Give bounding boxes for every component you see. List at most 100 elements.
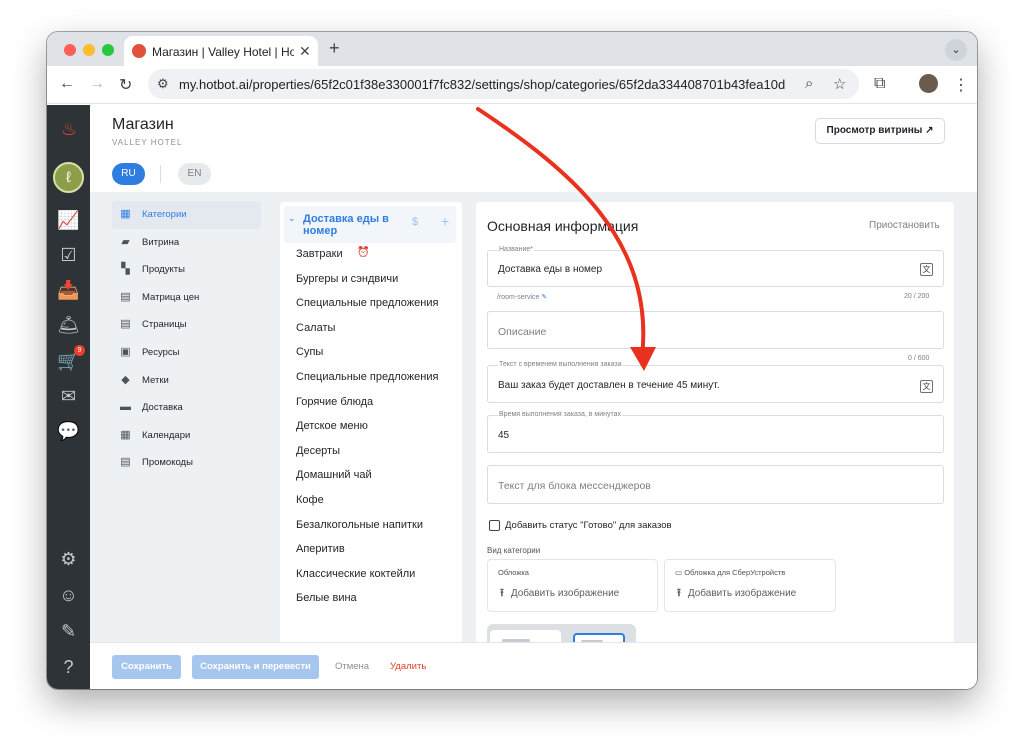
zoom-icon[interactable]: ⌕ bbox=[805, 75, 813, 92]
category-item[interactable]: Бургеры и сэндвичи bbox=[296, 273, 456, 285]
category-item[interactable]: Специальные предложения bbox=[296, 371, 456, 383]
delivery-text-value: Ваш заказ будет доставлен в течение 45 м… bbox=[498, 380, 720, 391]
browser-tab[interactable]: Магазин | Valley Hotel | Hotbot ✕ bbox=[124, 36, 318, 66]
close-window-button[interactable] bbox=[64, 44, 76, 56]
ready-status-checkbox[interactable] bbox=[489, 520, 500, 531]
hotbot-logo-icon[interactable]: ♨ bbox=[61, 119, 77, 140]
nav-item-promocodes[interactable]: ▤ Промокоды bbox=[112, 449, 261, 477]
save-button[interactable]: Сохранить bbox=[112, 655, 181, 679]
inbox-icon[interactable]: 📥 bbox=[57, 279, 80, 302]
page-title: Магазин bbox=[112, 116, 174, 133]
nav-item-tags[interactable]: ◆ Метки bbox=[112, 367, 261, 395]
site-settings-icon[interactable]: ⚙ bbox=[157, 76, 169, 92]
category-item[interactable]: Классические коктейли bbox=[296, 568, 456, 580]
nav-label: Витрина bbox=[142, 236, 180, 248]
page-icon: ▤ bbox=[120, 318, 131, 331]
nav-item-resources[interactable]: ▣ Ресурсы bbox=[112, 339, 261, 367]
account-icon[interactable]: ☺ bbox=[57, 584, 80, 607]
category-form: Основная информация Приостановить Назван… bbox=[476, 202, 954, 645]
price-icon[interactable]: $ bbox=[412, 216, 418, 228]
nav-item-categories[interactable]: ▦ Категории bbox=[112, 201, 261, 229]
nav-item-showcase[interactable]: ▰ Витрина bbox=[112, 229, 261, 257]
sber-cover-upload-card[interactable]: ▭ Обложка для СберУстройств ⭱ Добавить из… bbox=[664, 559, 836, 612]
slug-text[interactable]: /room-service ✎ bbox=[497, 293, 547, 301]
add-sber-image-button[interactable]: ⭱ Добавить изображение bbox=[677, 584, 796, 603]
category-item[interactable]: Белые вина bbox=[296, 592, 456, 604]
lang-ru-button[interactable]: RU bbox=[112, 163, 145, 185]
zoom-window-button[interactable] bbox=[102, 44, 114, 56]
lang-en-button[interactable]: EN bbox=[178, 163, 211, 185]
nav-item-delivery[interactable]: ▬ Доставка bbox=[112, 394, 261, 422]
tab-search-icon[interactable]: ⌄ bbox=[945, 39, 967, 61]
tasks-icon[interactable]: ☑ bbox=[57, 244, 80, 267]
category-item[interactable]: Салаты bbox=[296, 322, 456, 334]
add-cover-image-button[interactable]: ⭱ Добавить изображение bbox=[500, 584, 619, 603]
delete-button[interactable]: Удалить bbox=[390, 661, 426, 672]
ready-status-label[interactable]: Добавить статус "Готово" для заказов bbox=[505, 520, 672, 531]
cancel-button[interactable]: Отмена bbox=[335, 661, 369, 672]
reload-icon[interactable]: ↻ bbox=[119, 75, 132, 95]
minimize-window-button[interactable] bbox=[83, 44, 95, 56]
category-label: Доставка еды в номер bbox=[303, 213, 389, 237]
add-image-label: Добавить изображение bbox=[510, 588, 620, 599]
chat-icon[interactable]: 💬 bbox=[57, 420, 80, 443]
new-tab-icon[interactable]: + bbox=[329, 38, 340, 59]
delivery-time-field[interactable]: Время выполнения заказа, в минутах 45 bbox=[487, 411, 944, 453]
category-item[interactable]: Завтраки ⏰ bbox=[296, 247, 456, 260]
address-bar[interactable]: ⚙ my.hotbot.ai/properties/65f2c01f38e330… bbox=[148, 69, 859, 99]
browser-menu-icon[interactable]: ⋮ bbox=[953, 75, 969, 95]
help-icon[interactable]: ? bbox=[57, 656, 80, 679]
name-field-label: Название* bbox=[498, 246, 535, 253]
category-item[interactable]: Детское меню bbox=[296, 420, 456, 432]
device-icon: ▭ bbox=[675, 568, 683, 577]
category-item[interactable]: Аперитив bbox=[296, 543, 456, 555]
app: ♨ ℓ 📈 ☑ 📥 🛎 🛒 9 ✉ 💬 ⚙ ☺ ✎ ? Магазин VALL… bbox=[47, 105, 977, 689]
delivery-time-label: Время выполнения заказа, в минутах bbox=[498, 411, 623, 418]
room-service-icon[interactable]: 🛎 bbox=[57, 314, 80, 337]
description-placeholder: Описание bbox=[498, 326, 547, 338]
description-field[interactable]: Описание bbox=[487, 311, 944, 349]
messenger-text-placeholder: Текст для блока мессенджеров bbox=[498, 480, 651, 492]
messenger-text-field[interactable]: Текст для блока мессенджеров bbox=[487, 465, 944, 504]
chevron-down-icon[interactable]: ⌄ bbox=[288, 213, 296, 224]
back-icon[interactable]: ← bbox=[59, 75, 75, 93]
forward-icon[interactable]: → bbox=[89, 75, 105, 93]
category-item[interactable]: Специальные предложения bbox=[296, 297, 456, 309]
extensions-icon[interactable]: ⧉ bbox=[874, 75, 885, 93]
name-field[interactable]: Название* Доставка еды в номер 文 bbox=[487, 246, 944, 287]
pencil-icon[interactable]: ✎ bbox=[541, 294, 547, 301]
translate-icon[interactable]: 文 bbox=[920, 380, 933, 393]
delivery-text-field[interactable]: Текст с временем выполнения заказа Ваш з… bbox=[487, 361, 944, 403]
nav-item-calendars[interactable]: ▦ Календари bbox=[112, 422, 261, 450]
nav-item-price-matrix[interactable]: ▤ Матрица цен bbox=[112, 284, 261, 312]
category-item[interactable]: Домашний чай bbox=[296, 469, 456, 481]
add-subcategory-icon[interactable]: + bbox=[441, 213, 449, 229]
mail-icon[interactable]: ✉ bbox=[57, 385, 80, 408]
category-item[interactable]: Безалкогольные напитки bbox=[296, 519, 456, 531]
category-item[interactable]: Десерты bbox=[296, 445, 456, 457]
edit-icon[interactable]: ✎ bbox=[57, 620, 80, 643]
nav-item-pages[interactable]: ▤ Страницы bbox=[112, 311, 261, 339]
category-item-active[interactable]: ⌄ Доставка еды в номер $ + bbox=[284, 206, 456, 243]
settings-icon[interactable]: ⚙ bbox=[57, 548, 80, 571]
action-footer: Сохранить Сохранить и перевести Отмена У… bbox=[90, 642, 977, 689]
category-item[interactable]: Супы bbox=[296, 346, 456, 358]
property-avatar[interactable]: ℓ bbox=[53, 162, 84, 193]
page-subtitle: VALLEY HOTEL bbox=[112, 138, 183, 147]
pause-link[interactable]: Приостановить bbox=[869, 220, 940, 231]
sber-cover-label: ▭ Обложка для СберУстройств bbox=[675, 568, 785, 577]
translate-icon[interactable]: 文 bbox=[920, 263, 933, 276]
cover-upload-card[interactable]: Обложка ⭱ Добавить изображение bbox=[487, 559, 658, 612]
clock-icon: ⏰ bbox=[357, 247, 370, 258]
analytics-icon[interactable]: 📈 bbox=[57, 209, 80, 232]
bookmark-star-icon[interactable]: ☆ bbox=[833, 75, 846, 93]
view-showcase-button[interactable]: Просмотр витрины ↗ bbox=[815, 118, 945, 144]
category-item[interactable]: Кофе bbox=[296, 494, 456, 506]
save-and-translate-button[interactable]: Сохранить и перевести bbox=[192, 655, 319, 679]
nav-item-products[interactable]: ▚ Продукты bbox=[112, 256, 261, 284]
categories-panel: ⌄ Доставка еды в номер $ + Завтраки ⏰ Бур… bbox=[280, 202, 462, 645]
tab-close-icon[interactable]: ✕ bbox=[299, 43, 311, 60]
profile-avatar[interactable] bbox=[919, 74, 938, 93]
category-item[interactable]: Горячие блюда bbox=[296, 396, 456, 408]
slug-value: /room-service bbox=[497, 294, 540, 301]
